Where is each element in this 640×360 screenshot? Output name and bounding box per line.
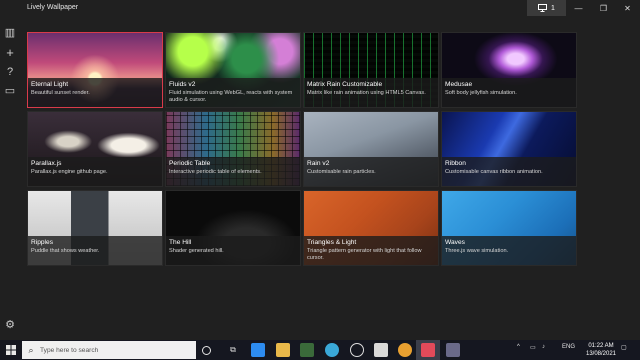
app-icon[interactable] xyxy=(446,343,460,357)
wallpaper-title: Ripples xyxy=(31,239,53,246)
store-icon[interactable] xyxy=(374,343,388,357)
wallpaper-card-triangles-light[interactable]: Triangles & Light Triangle pattern genera… xyxy=(303,190,439,266)
wallpaper-title: Parallax.js xyxy=(31,160,62,167)
wallpaper-card-fluids-v2[interactable]: Fluids v2 Fluid simulation using WebGL, r… xyxy=(165,32,301,108)
taskbar: ⌕ Type here to search ⧉ ^ ▭ ♪ ENG 01:22 … xyxy=(0,340,640,360)
wallpaper-card-parallax-js[interactable]: Parallax.js Parallax.js engine github pag… xyxy=(27,111,163,187)
wallpaper-title: The Hill xyxy=(169,239,192,246)
wallpaper-card-medusae[interactable]: Medusae Soft body jellyfish simulation. xyxy=(441,32,577,108)
wallpaper-grid: Eternal Light Beautiful sunset render. Fl… xyxy=(27,32,578,267)
lively-wallpaper-icon[interactable] xyxy=(421,343,435,357)
wallpaper-desc: Shader generated hill. xyxy=(169,248,224,254)
steam-icon[interactable] xyxy=(350,343,364,357)
wallpaper-desc: Customisable rain particles. xyxy=(307,169,376,175)
wallpaper-card-periodic-table[interactable]: Periodic Table Interactive periodic table… xyxy=(165,111,301,187)
lively-window: Lively Wallpaper 1 — ❐ ✕ ▥ + ? ▭ ⚙ Etern… xyxy=(0,0,640,340)
maximize-button[interactable]: ❐ xyxy=(591,0,616,16)
windows-logo-icon xyxy=(6,345,16,355)
settings-icon[interactable]: ⚙ xyxy=(3,318,17,332)
taskbar-search[interactable]: ⌕ Type here to search xyxy=(22,341,196,359)
edge-icon[interactable] xyxy=(325,343,339,357)
wallpaper-title: Matrix Rain Customizable xyxy=(307,81,383,88)
chat-icon[interactable]: ▭ xyxy=(3,84,17,98)
wallpaper-title: Fluids v2 xyxy=(169,81,196,88)
wallpaper-title: Ribbon xyxy=(445,160,466,167)
title-bar: Lively Wallpaper 1 — ❐ ✕ xyxy=(0,0,640,18)
wallpaper-desc: Puddle that shows weather. xyxy=(31,248,100,254)
screen-selector-button[interactable]: 1 xyxy=(527,0,566,16)
search-icon: ⌕ xyxy=(28,344,34,355)
show-hidden-icons[interactable]: ^ xyxy=(517,344,520,350)
wallpaper-desc: Parallax.js engine github page. xyxy=(31,169,108,175)
close-icon: ✕ xyxy=(624,3,631,13)
wallpaper-card-rain-v2[interactable]: Rain v2 Customisable rain particles. xyxy=(303,111,439,187)
wallpaper-desc: Interactive periodic table of elements. xyxy=(169,169,262,175)
wallpaper-desc: Matrix like rain animation using HTML5 C… xyxy=(307,90,426,96)
wallpaper-card-matrix-rain[interactable]: Matrix Rain Customizable Matrix like rain… xyxy=(303,32,439,108)
sidebar: ▥ + ? ▭ ⚙ xyxy=(0,18,20,340)
chrome-icon[interactable] xyxy=(398,343,412,357)
wallpaper-desc: Fluid simulation using WebGL, reacts wit… xyxy=(169,90,293,103)
zoom-icon[interactable] xyxy=(251,343,265,357)
clock-time: 01:22 AM xyxy=(588,343,614,349)
help-icon[interactable]: ? xyxy=(3,65,17,79)
cortana-icon[interactable] xyxy=(202,346,211,355)
network-icon[interactable]: ▭ xyxy=(530,344,536,351)
notifications-icon[interactable]: ▢ xyxy=(621,344,627,351)
monitor-icon xyxy=(538,4,548,12)
clock[interactable]: 01:22 AM 13/08/2021 xyxy=(585,342,617,358)
wallpaper-desc: Three.js wave simulation. xyxy=(445,248,509,254)
wallpaper-card-waves[interactable]: Waves Three.js wave simulation. xyxy=(441,190,577,266)
wallpaper-card-the-hill[interactable]: The Hill Shader generated hill. xyxy=(165,190,301,266)
close-button[interactable]: ✕ xyxy=(615,0,640,16)
file-explorer-icon[interactable] xyxy=(276,343,290,357)
wallpaper-title: Triangles & Light xyxy=(307,239,357,246)
minecraft-icon[interactable] xyxy=(300,343,314,357)
wallpaper-title: Eternal Light xyxy=(31,81,69,88)
wallpaper-desc: Soft body jellyfish simulation. xyxy=(445,90,517,96)
wallpaper-card-ripples[interactable]: Ripples Puddle that shows weather. xyxy=(27,190,163,266)
wallpaper-desc: Beautiful sunset render. xyxy=(31,90,90,96)
add-icon[interactable]: + xyxy=(3,45,17,59)
start-button[interactable] xyxy=(0,340,22,360)
wallpaper-title: Periodic Table xyxy=(169,160,211,167)
wallpaper-card-ribbon[interactable]: Ribbon Customisable canvas ribbon animati… xyxy=(441,111,577,187)
wallpaper-card-eternal-light[interactable]: Eternal Light Beautiful sunset render. xyxy=(27,32,163,108)
wallpaper-title: Rain v2 xyxy=(307,160,330,167)
wallpaper-title: Medusae xyxy=(445,81,473,88)
screen-count: 1 xyxy=(551,4,555,12)
volume-icon[interactable]: ♪ xyxy=(542,344,545,350)
maximize-icon: ❐ xyxy=(599,3,608,13)
language-indicator[interactable]: ENG xyxy=(562,344,575,350)
search-placeholder: Type here to search xyxy=(40,346,99,354)
wallpaper-desc: Triangle pattern generator with light th… xyxy=(307,248,422,261)
clock-date: 13/08/2021 xyxy=(585,351,617,358)
minimize-button[interactable]: — xyxy=(566,0,591,16)
task-view-icon[interactable]: ⧉ xyxy=(226,343,240,357)
wallpaper-title: Waves xyxy=(445,239,465,246)
wallpaper-desc: Customisable canvas ribbon animation. xyxy=(445,169,543,175)
app-title: Lively Wallpaper xyxy=(27,4,79,11)
library-icon[interactable]: ▥ xyxy=(3,26,17,40)
minimize-icon: — xyxy=(574,3,583,13)
